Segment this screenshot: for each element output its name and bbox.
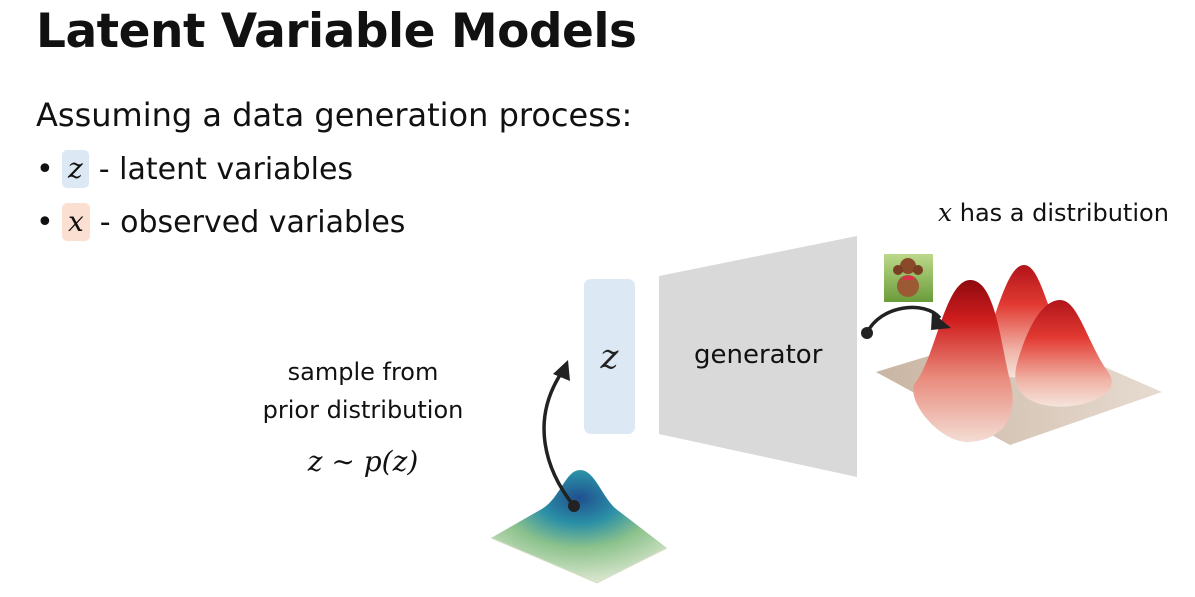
output-caption-symbol: x xyxy=(938,198,953,227)
prior-formula: z ∼ p(z) xyxy=(307,445,419,478)
dog-photo-thumbnail xyxy=(884,254,933,302)
generator-label: generator xyxy=(694,340,823,370)
prior-caption-line2: prior distribution xyxy=(262,396,464,424)
latent-variable-box: z xyxy=(584,279,635,434)
prior-distribution-surface xyxy=(490,470,668,584)
output-caption: x has a distribution xyxy=(938,198,1169,227)
prior-caption-line1: sample from xyxy=(287,358,439,386)
output-caption-text: has a distribution xyxy=(959,199,1169,227)
